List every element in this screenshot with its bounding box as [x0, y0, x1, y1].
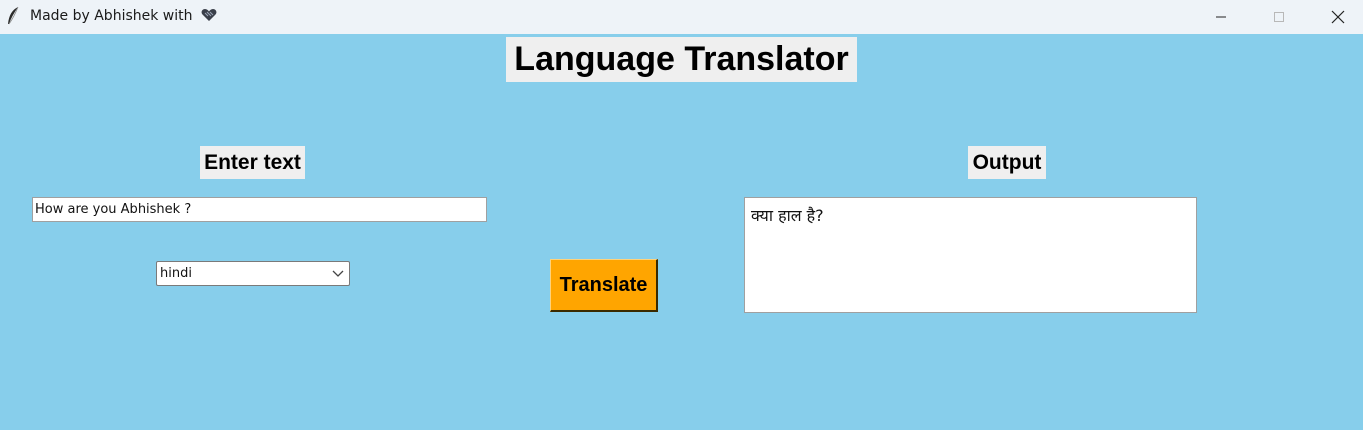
input-label: Enter text	[200, 146, 305, 179]
translate-button[interactable]: Translate	[550, 259, 658, 312]
minimize-icon	[1216, 16, 1226, 18]
maximize-icon	[1274, 12, 1284, 22]
chevron-down-icon	[332, 270, 344, 277]
window-title-text: Made by Abhishek with	[30, 8, 193, 24]
source-text-input[interactable]: How are you Abhishek ?	[32, 197, 487, 222]
window-title: Made by Abhishek with	[30, 8, 217, 24]
close-icon	[1331, 10, 1345, 24]
language-select[interactable]: hindi	[156, 261, 350, 286]
feather-icon	[6, 6, 20, 26]
maximize-button[interactable]	[1250, 0, 1308, 34]
app-window: Made by Abhishek with Language Translato…	[0, 0, 1363, 430]
output-label: Output	[968, 146, 1046, 179]
heart-icon	[201, 8, 217, 22]
title-bar: Made by Abhishek with	[0, 0, 1363, 34]
minimize-button[interactable]	[1192, 0, 1250, 34]
output-textarea[interactable]: क्या हाल है?	[744, 197, 1197, 313]
language-select-value: hindi	[160, 266, 192, 281]
close-button[interactable]	[1309, 0, 1363, 34]
page-title: Language Translator	[506, 37, 857, 82]
